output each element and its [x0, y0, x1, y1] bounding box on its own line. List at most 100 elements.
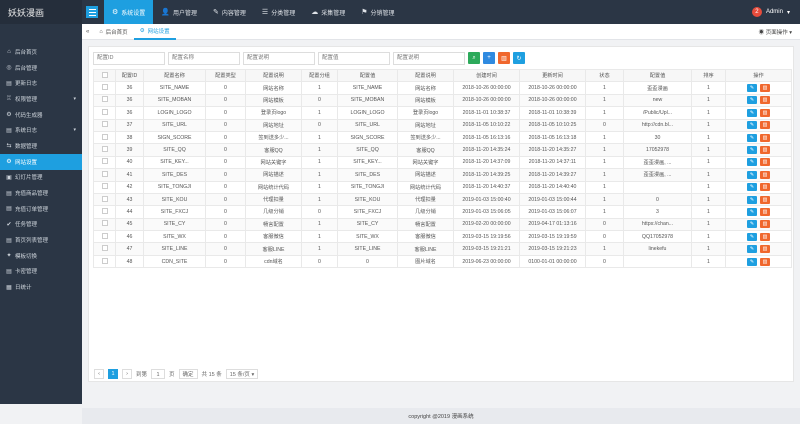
delete-button[interactable]: ▥	[760, 183, 770, 192]
sidebar-item-4[interactable]: ⚙ 代码生成器	[0, 107, 82, 123]
edit-button[interactable]: ✎	[747, 245, 757, 254]
sidebar-item-14[interactable]: ▤ 卡密管理	[0, 264, 82, 280]
delete-button[interactable]: ▥	[760, 257, 770, 266]
row-checkbox[interactable]	[101, 183, 108, 190]
row-checkbox[interactable]	[101, 158, 108, 165]
tab-scroll-left-icon[interactable]: «	[82, 29, 93, 35]
topnav-item-0[interactable]: ⚙ 系统设置	[104, 0, 154, 24]
sidebar-item-2[interactable]: ▤ 更新日志	[0, 75, 82, 91]
search-button[interactable]: ⌕	[468, 52, 480, 64]
row-checkbox-cell[interactable]	[93, 106, 116, 120]
search-config-id-input[interactable]	[93, 51, 165, 65]
row-checkbox-cell[interactable]	[93, 168, 116, 182]
sidebar-item-6[interactable]: ⇆ 数据管理	[0, 138, 82, 154]
sidebar-item-8[interactable]: ▣ 幻灯片管理	[0, 170, 82, 186]
topnav-item-5[interactable]: ⚑ 分销管理	[353, 0, 402, 24]
edit-button[interactable]: ✎	[747, 96, 757, 105]
sidebar-item-10[interactable]: ▤ 充值订单管理	[0, 201, 82, 217]
topnav-item-1[interactable]: 👤 用户管理	[153, 0, 205, 24]
delete-button[interactable]: ▥	[760, 245, 770, 254]
edit-button[interactable]: ✎	[747, 220, 757, 229]
sidebar-item-7[interactable]: ⚙ 网站设置	[0, 153, 82, 170]
search-config-remark-input[interactable]	[393, 51, 465, 65]
edit-button[interactable]: ✎	[747, 108, 757, 117]
tab-home[interactable]: ⌂ 后台首页	[93, 24, 133, 40]
row-checkbox[interactable]	[101, 207, 108, 214]
delete-button[interactable]: ▥	[760, 207, 770, 216]
delete-button[interactable]: ▥	[760, 220, 770, 229]
row-checkbox-cell[interactable]	[93, 180, 116, 194]
refresh-button[interactable]: ↻	[513, 52, 525, 64]
edit-button[interactable]: ✎	[747, 183, 757, 192]
menu-toggle-button[interactable]	[86, 6, 98, 18]
delete-button[interactable]: ▥	[760, 158, 770, 167]
edit-button[interactable]: ✎	[747, 84, 757, 93]
row-checkbox[interactable]	[101, 146, 108, 153]
sidebar-item-0[interactable]: ⌂ 后台首页	[0, 44, 82, 60]
row-checkbox-cell[interactable]	[93, 143, 116, 157]
edit-button[interactable]: ✎	[747, 121, 757, 130]
goto-page-input[interactable]: 1	[151, 369, 166, 379]
delete-button[interactable]: ▥	[760, 108, 770, 117]
prev-page-button[interactable]: ‹	[94, 369, 104, 379]
edit-button[interactable]: ✎	[747, 146, 757, 155]
goto-confirm-button[interactable]: 确定	[178, 369, 198, 379]
delete-button[interactable]: ▥	[760, 121, 770, 130]
delete-button[interactable]: ▥	[760, 146, 770, 155]
edit-button[interactable]: ✎	[747, 158, 757, 167]
row-checkbox[interactable]	[101, 195, 108, 202]
edit-button[interactable]: ✎	[747, 195, 757, 204]
topnav-item-2[interactable]: ✎ 内容管理	[205, 0, 254, 24]
delete-button[interactable]: ▥	[760, 170, 770, 179]
row-checkbox[interactable]	[101, 133, 108, 140]
row-checkbox[interactable]	[101, 257, 108, 264]
sidebar-item-1[interactable]: ◎ 后台管理	[0, 60, 82, 76]
row-checkbox-cell[interactable]	[93, 130, 116, 145]
select-all-checkbox[interactable]	[101, 71, 108, 78]
user-menu[interactable]: 2 Admin ▾	[751, 7, 800, 17]
edit-button[interactable]: ✎	[747, 257, 757, 266]
row-checkbox[interactable]	[101, 220, 108, 227]
next-page-button[interactable]: ›	[122, 369, 132, 379]
row-checkbox-cell[interactable]	[93, 155, 116, 170]
tab-site-settings[interactable]: ⚙ 网站设置	[133, 24, 176, 40]
sidebar-item-11[interactable]: ✔ 任务管理	[0, 217, 82, 233]
batch-delete-button[interactable]: ▥	[498, 52, 510, 64]
page-size-select[interactable]: 15 条/页 ▾	[225, 369, 259, 379]
sidebar-item-15[interactable]: ▦ 日统计	[0, 279, 82, 295]
search-config-value-input[interactable]	[318, 51, 390, 65]
row-checkbox-cell[interactable]	[93, 192, 116, 207]
row-checkbox[interactable]	[101, 232, 108, 239]
edit-button[interactable]: ✎	[747, 170, 757, 179]
row-checkbox[interactable]	[101, 84, 108, 91]
edit-button[interactable]: ✎	[747, 207, 757, 216]
sidebar-item-9[interactable]: ▤ 充值商品管理	[0, 185, 82, 201]
sidebar-item-12[interactable]: ▤ 首页列表管理	[0, 232, 82, 248]
select-all-checkbox-cell[interactable]	[93, 68, 116, 83]
row-checkbox[interactable]	[101, 96, 108, 103]
row-checkbox[interactable]	[101, 121, 108, 128]
topnav-item-3[interactable]: ☰ 分类管理	[254, 0, 303, 24]
search-config-name-input[interactable]	[168, 51, 240, 65]
delete-button[interactable]: ▥	[760, 232, 770, 241]
delete-button[interactable]: ▥	[760, 96, 770, 105]
row-checkbox-cell[interactable]	[93, 242, 116, 256]
delete-button[interactable]: ▥	[760, 195, 770, 204]
row-checkbox-cell[interactable]	[93, 230, 116, 244]
search-config-desc-input[interactable]	[243, 51, 315, 65]
edit-button[interactable]: ✎	[747, 133, 757, 142]
topnav-item-4[interactable]: ☁ 采集管理	[303, 0, 353, 24]
row-checkbox-cell[interactable]	[93, 254, 116, 269]
page-number-current[interactable]: 1	[108, 369, 118, 379]
delete-button[interactable]: ▥	[760, 84, 770, 93]
sidebar-item-5[interactable]: ▤ 系统日志 ▾	[0, 122, 82, 138]
sidebar-item-13[interactable]: ✦ 模板切换	[0, 248, 82, 264]
row-checkbox[interactable]	[101, 108, 108, 115]
delete-button[interactable]: ▥	[760, 133, 770, 142]
add-button[interactable]: +	[483, 52, 495, 64]
edit-button[interactable]: ✎	[747, 232, 757, 241]
row-checkbox[interactable]	[101, 245, 108, 252]
row-checkbox[interactable]	[101, 170, 108, 177]
page-operations-dropdown[interactable]: ◉ 页面操作 ▾	[759, 28, 800, 36]
row-checkbox-cell[interactable]	[93, 205, 116, 219]
